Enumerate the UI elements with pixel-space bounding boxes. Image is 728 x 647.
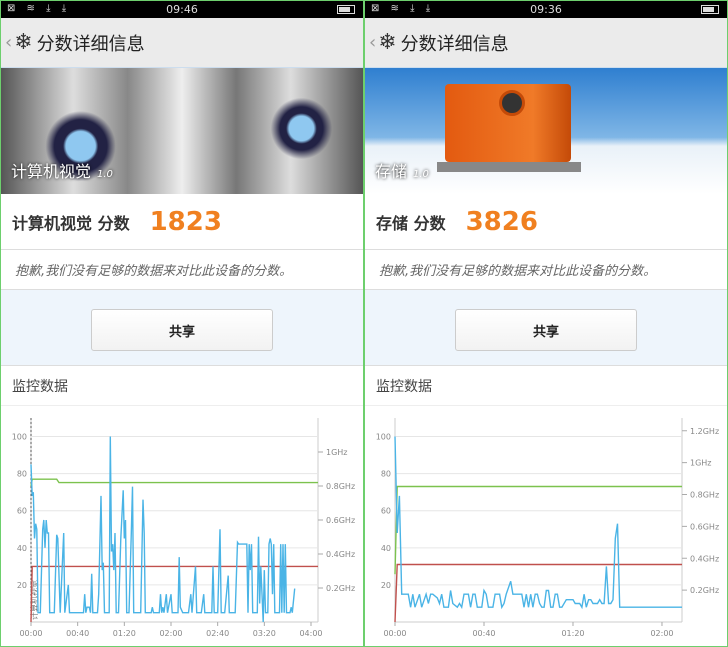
monitoring-chart: 20 40 60 80 100 0.2GHz 0.4GHz 0.6GHz 0.8GHz 1GHz 0… <box>12 418 355 638</box>
share-button[interactable]: 共享 <box>91 309 273 351</box>
test-name: 存储 <box>375 162 408 181</box>
score-value: 3826 <box>465 206 538 237</box>
back-icon[interactable]: ‹ <box>369 32 376 53</box>
y-tick-label: 40 <box>17 544 27 553</box>
y-tick-label: 100 <box>12 433 27 442</box>
y-tick-label: 60 <box>381 507 391 516</box>
y2-tick-label: 1GHz <box>326 448 348 457</box>
monitor-title: 监控数据 <box>1 366 363 406</box>
snowflake-logo-icon: ❄ <box>14 30 33 55</box>
y2-tick-label: 0.4GHz <box>326 550 355 559</box>
x-tick-label: 03:20 <box>253 629 276 638</box>
x-tick-label: 02:00 <box>650 629 673 638</box>
back-icon[interactable]: ‹ <box>5 32 12 53</box>
status-bar: ⊠ ≋ ⤓ ⤓ 09:36 <box>365 1 727 18</box>
test-banner-image: 存储 1.0 <box>365 68 727 194</box>
x-tick-label: 02:40 <box>206 629 229 638</box>
y-tick-label: 80 <box>381 470 391 479</box>
score-row: 计算机视觉 分数 1823 <box>1 194 363 250</box>
share-button[interactable]: 共享 <box>455 309 637 351</box>
x-tick-label: 00:00 <box>383 629 406 638</box>
test-banner-image: 计算机视觉 1.0 <box>1 68 363 194</box>
page-title: 分数详细信息 <box>36 33 145 55</box>
series-cpu_load <box>30 436 296 623</box>
score-row: 存储 分数 3826 <box>365 194 727 250</box>
share-area: 共享 <box>1 290 363 366</box>
series-cpu_freq <box>394 485 682 575</box>
y-tick-label: 20 <box>381 581 391 590</box>
y2-tick-label: 0.2GHz <box>326 584 355 593</box>
x-tick-label: 01:20 <box>113 629 136 638</box>
monitor-title: 监控数据 <box>365 366 727 406</box>
y-tick-label: 20 <box>17 581 27 590</box>
y2-tick-label: 0.2GHz <box>690 586 719 595</box>
y-tick-label: 60 <box>17 507 27 516</box>
left-phone-screen: ⊠ ≋ ⤓ ⤓ 09:46 ‹ ❄ 分数详细信息 计算机视觉 1.0 计算机视觉 分数 1… <box>0 0 364 647</box>
y2-tick-label: 0.4GHz <box>690 554 719 563</box>
x-tick-label: 00:40 <box>66 629 89 638</box>
series-cpu_freq <box>30 478 318 487</box>
share-area: 共享 <box>365 290 727 366</box>
status-time: 09:36 <box>530 3 562 16</box>
status-time: 09:46 <box>166 3 198 16</box>
y2-tick-label: 0.6GHz <box>326 516 355 525</box>
y2-tick-label: 1.2GHz <box>690 427 719 436</box>
snowflake-logo-icon: ❄ <box>378 30 397 55</box>
y2-tick-label: 1GHz <box>690 459 712 468</box>
status-bar: ⊠ ≋ ⤓ ⤓ 09:46 <box>1 1 363 18</box>
comparison-message: 抱歉,我们没有足够的数据来对比此设备的分数。 <box>1 250 363 290</box>
monitoring-chart: 20 40 60 80 100 0.2GHz 0.4GHz 0.6GHz 0.8GHz 1GHz 1… <box>376 418 719 638</box>
x-tick-label: 00:00 <box>19 629 42 638</box>
score-value: 1823 <box>149 206 222 237</box>
test-name: 计算机视觉 <box>11 162 92 181</box>
series-cpu_load <box>394 436 682 610</box>
y-tick-label: 80 <box>17 470 27 479</box>
score-label: 存储 分数 <box>376 213 446 233</box>
y-tick-label: 40 <box>381 544 391 553</box>
x-tick-label: 02:00 <box>159 629 182 638</box>
x-tick-label: 00:40 <box>472 629 495 638</box>
test-version: 1.0 <box>413 169 429 180</box>
comparison-message: 抱歉,我们没有足够的数据来对比此设备的分数。 <box>365 250 727 290</box>
series-temperature <box>394 563 682 623</box>
x-tick-label: 01:20 <box>561 629 584 638</box>
header: ‹ ❄ 分数详细信息 <box>1 18 363 68</box>
y2-tick-label: 0.8GHz <box>690 491 719 500</box>
score-label: 计算机视觉 分数 <box>12 213 130 233</box>
header: ‹ ❄ 分数详细信息 <box>365 18 727 68</box>
y2-tick-label: 0.6GHz <box>690 522 719 531</box>
right-phone-screen: ⊠ ≋ ⤓ ⤓ 09:36 ‹ ❄ 分数详细信息 存储 1.0 存储 分数 3826 抱歉… <box>364 0 728 647</box>
page-title: 分数详细信息 <box>400 33 509 55</box>
test-version: 1.0 <box>97 169 113 180</box>
battery-icon <box>701 5 719 14</box>
x-tick-label: 04:00 <box>299 629 322 638</box>
battery-icon <box>337 5 355 14</box>
y-tick-label: 100 <box>376 433 391 442</box>
y2-tick-label: 0.8GHz <box>326 482 355 491</box>
